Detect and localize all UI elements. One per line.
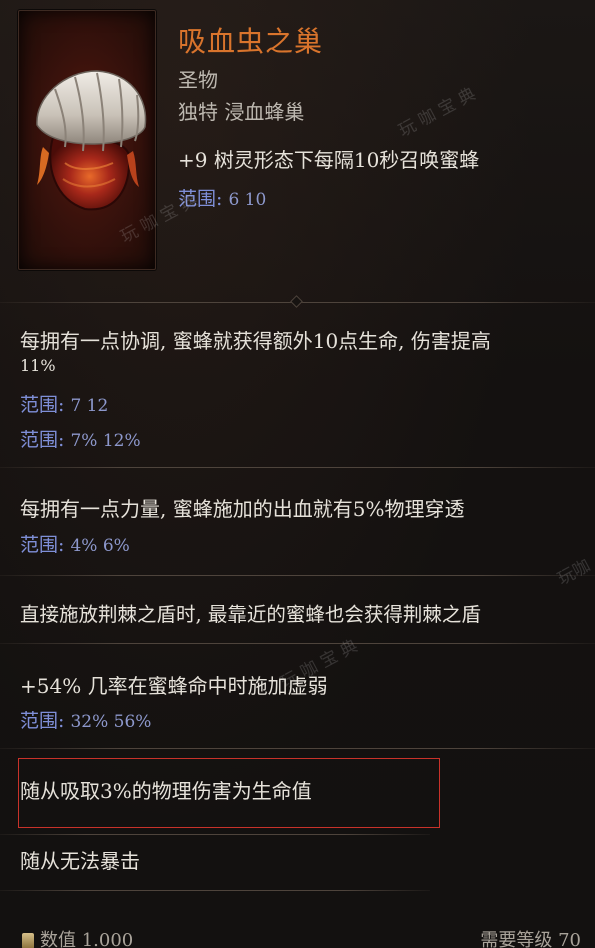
affix-frailty-chance: +54% 几率在蜜蜂命中时施加虚弱 [20, 674, 328, 698]
range-label: 范围: [20, 710, 65, 732]
range-values: 7 12 [70, 396, 109, 416]
range-values: 4% 6% [70, 536, 130, 556]
section-divider [0, 575, 595, 576]
range-label: 范围: [178, 188, 223, 210]
affix-minion-leech: 随从吸取3%的物理伤害为生命值 [20, 779, 312, 803]
section-divider [0, 643, 595, 644]
affix-range: 范围: 4% 6% [20, 530, 130, 557]
item-category: 圣物 [178, 68, 218, 92]
watermark: 玩咖 [554, 555, 594, 590]
range-values: 32% 56% [70, 712, 152, 732]
affix-range: 范围: 7 12 [20, 390, 108, 417]
watermark: 玩 咖 宝 典 [395, 84, 480, 142]
footer-value: 数值 1.000 [22, 926, 133, 948]
affix-strength-bleed: 每拥有一点力量, 蜜蜂施加的出血就有5%物理穿透 [20, 497, 465, 521]
footer: 数值 1.000 需要等级 70 [0, 930, 595, 948]
footer-level-requirement: 需要等级 70 [480, 930, 581, 948]
item-icon-frame [18, 10, 156, 270]
header-affix: +9 树灵形态下每隔10秒召唤蜜蜂 [178, 148, 480, 172]
item-rarity: 独特 浸血蜂巢 [178, 100, 305, 124]
affix-minion-no-crit: 随从无法暴击 [20, 849, 140, 873]
section-divider [0, 890, 430, 891]
affix-coordination-bees: 每拥有一点协调, 蜜蜂就获得额外10点生命, 伤害提高 [20, 329, 491, 353]
section-divider [0, 834, 430, 835]
range-values: 6 10 [228, 190, 267, 210]
range-values: 7% 12% [70, 431, 141, 451]
coin-icon [22, 933, 34, 948]
item-name: 吸血虫之巢 [178, 25, 324, 58]
affix-coordination-bees-cont: 11% [20, 356, 56, 375]
affix-thorn-shield: 直接施放荆棘之盾时, 最靠近的蜜蜂也会获得荆棘之盾 [20, 603, 481, 626]
section-divider [0, 748, 595, 749]
blood-hive-relic-icon [36, 70, 147, 211]
range-label: 范围: [20, 534, 65, 556]
affix-range: 范围: 7% 12% [20, 425, 141, 452]
range-label: 范围: [20, 394, 65, 416]
header-range: 范围: 6 10 [178, 184, 266, 211]
range-label: 范围: [20, 429, 65, 451]
section-divider [0, 467, 595, 468]
divider-ornament [290, 295, 303, 308]
affix-range: 范围: 32% 56% [20, 706, 151, 733]
footer-value-text: 数值 1.000 [40, 930, 134, 948]
